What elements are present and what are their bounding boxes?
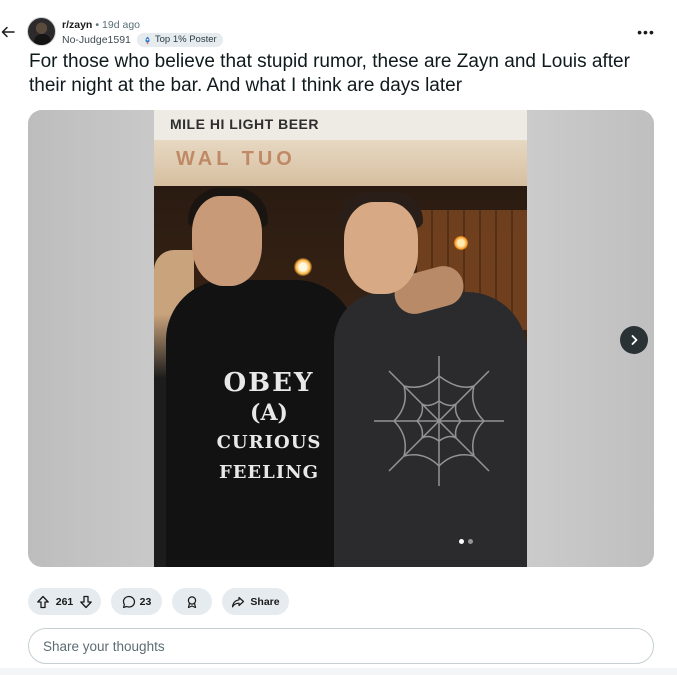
photo-person-two-face bbox=[344, 202, 418, 294]
page-bottom-edge bbox=[0, 668, 677, 675]
post-media-carousel[interactable]: MILE HI LIGHT BEER WAL TUO OBEY (A) CURI… bbox=[28, 110, 654, 567]
photo-light bbox=[454, 236, 468, 250]
post-action-bar: 261 23 Share bbox=[28, 588, 289, 615]
photo-spiderweb-print bbox=[374, 356, 504, 486]
flair-label: Top 1% Poster bbox=[154, 34, 217, 45]
shirt-line: FEELING bbox=[218, 462, 320, 483]
photo-sign: MILE HI LIGHT BEER bbox=[154, 110, 527, 140]
award-button[interactable] bbox=[172, 588, 212, 615]
downvote-button[interactable] bbox=[77, 593, 95, 611]
upvote-button[interactable] bbox=[34, 593, 52, 611]
subreddit-name[interactable]: r/zayn bbox=[62, 18, 92, 32]
author-username[interactable]: No-Judge1591 bbox=[62, 33, 131, 47]
upvote-arrow-icon bbox=[37, 595, 49, 608]
award-icon bbox=[187, 595, 197, 608]
rocket-icon bbox=[145, 36, 150, 44]
carousel-pagination bbox=[459, 539, 473, 544]
share-arrow-icon bbox=[232, 596, 245, 607]
next-image-button[interactable] bbox=[620, 326, 648, 354]
photo-shirt-print: OBEY (A) CURIOUS FEELING bbox=[194, 368, 344, 488]
comment-count: 23 bbox=[139, 595, 152, 608]
vote-control: 261 bbox=[28, 588, 101, 615]
photo-light bbox=[294, 258, 312, 276]
comments-button[interactable]: 23 bbox=[111, 588, 162, 615]
shirt-line: (A) bbox=[250, 400, 288, 426]
meta-separator: • bbox=[95, 19, 100, 31]
share-button[interactable]: Share bbox=[222, 588, 289, 615]
shirt-line: CURIOUS bbox=[216, 432, 322, 453]
chevron-right-icon bbox=[631, 335, 638, 345]
user-flair: Top 1% Poster bbox=[136, 33, 223, 47]
photo-awning-text: WAL TUO bbox=[176, 148, 296, 170]
shirt-line: OBEY bbox=[223, 368, 315, 398]
share-label: Share bbox=[250, 595, 280, 608]
vote-count: 261 bbox=[55, 595, 74, 608]
arrow-left-icon bbox=[1, 26, 15, 38]
post-age: 19d ago bbox=[102, 19, 141, 31]
back-button[interactable] bbox=[0, 18, 22, 46]
page-dot-active[interactable] bbox=[459, 539, 464, 544]
post-image[interactable]: MILE HI LIGHT BEER WAL TUO OBEY (A) CURI… bbox=[154, 110, 527, 567]
comment-input[interactable] bbox=[28, 628, 654, 664]
comment-bubble-icon bbox=[122, 595, 135, 608]
post-meta: r/zayn • 19d ago No-Judge1591 Top 1% Pos… bbox=[62, 18, 223, 47]
photo-person-one-face bbox=[192, 196, 262, 286]
more-options-button[interactable]: ••• bbox=[634, 22, 658, 42]
downvote-arrow-icon bbox=[80, 595, 92, 608]
subreddit-avatar[interactable] bbox=[27, 17, 56, 46]
post-title: For those who believe that stupid rumor,… bbox=[29, 51, 630, 96]
page-dot[interactable] bbox=[468, 539, 473, 544]
photo-awning: WAL TUO bbox=[154, 140, 527, 186]
